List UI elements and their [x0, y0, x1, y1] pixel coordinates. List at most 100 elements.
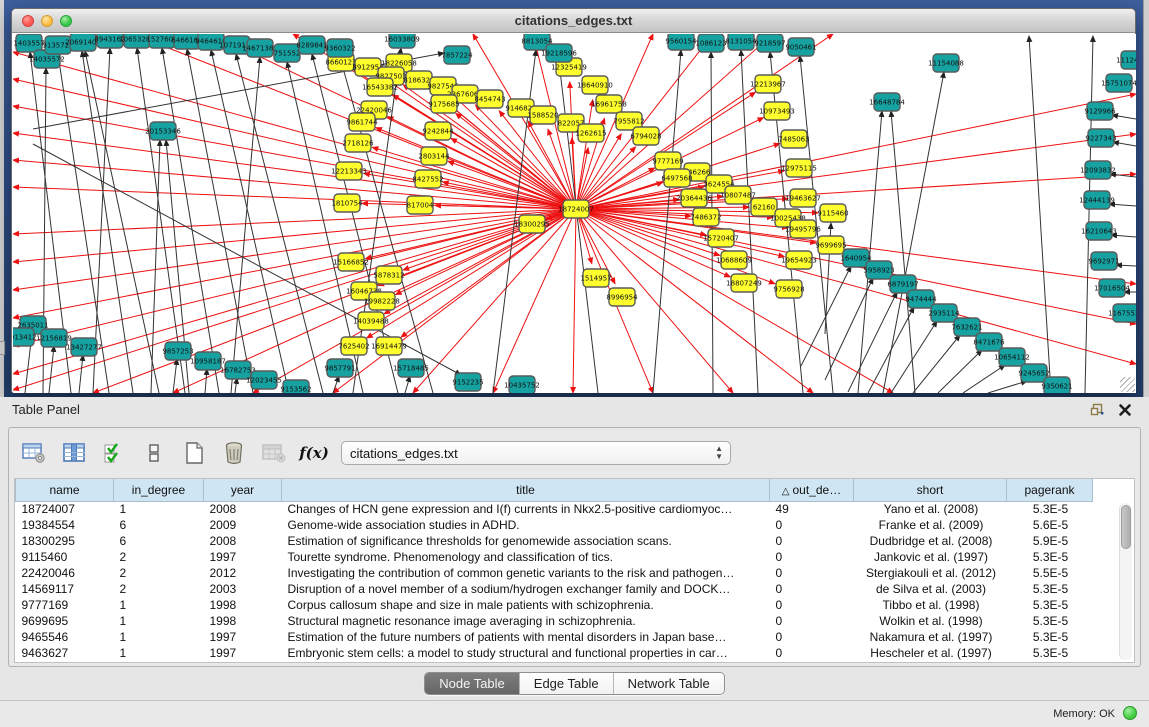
graph-node[interactable]: 9218597: [754, 34, 785, 52]
tab-network-table[interactable]: Network Table: [614, 673, 724, 694]
graph-node[interactable]: 8131054: [725, 34, 757, 50]
graph-node[interactable]: 9777169: [652, 152, 683, 170]
table-row[interactable]: 946554611997Estimation of the future num…: [16, 629, 1093, 645]
graph-node[interactable]: 7625402: [338, 337, 369, 355]
show-columns-icon[interactable]: [61, 440, 87, 466]
graph-node[interactable]: 16033809: [384, 34, 420, 48]
graph-node[interactable]: 14671385: [242, 39, 278, 57]
graph-node[interactable]: 13427277: [66, 338, 102, 356]
graph-node[interactable]: 9115460: [817, 204, 848, 222]
graph-node[interactable]: 1403557: [13, 34, 44, 52]
graph-node[interactable]: 10973493: [759, 102, 795, 120]
graph-node[interactable]: 7486372: [690, 208, 721, 226]
table-row[interactable]: 1830029562008Estimation of significance …: [16, 533, 1093, 549]
close-panel-icon[interactable]: [1117, 402, 1133, 418]
graph-node[interactable]: 15751074: [1101, 74, 1136, 92]
graph-node[interactable]: 9857791: [324, 359, 355, 377]
graph-node[interactable]: 2718126: [342, 134, 374, 152]
table-row[interactable]: 911546021997Tourette syndrome. Phenomeno…: [16, 549, 1093, 565]
graph-node[interactable]: 18640910: [577, 76, 613, 94]
graph-node[interactable]: 16648784: [869, 93, 905, 111]
column-header-year[interactable]: year: [204, 479, 282, 501]
graph-node[interactable]: 19463627: [785, 189, 821, 207]
graph-node[interactable]: 9692971: [1088, 252, 1119, 270]
graph-node[interactable]: 8427552: [412, 170, 443, 188]
graph-node[interactable]: 8454743: [474, 90, 505, 108]
graph-node[interactable]: 18300295: [514, 215, 550, 233]
table-row[interactable]: 946362711997Embryonic stem cells: a mode…: [16, 645, 1093, 661]
delete-icon[interactable]: [221, 440, 247, 466]
graph-node[interactable]: 15166852: [333, 253, 369, 271]
new-column-icon[interactable]: [181, 440, 207, 466]
graph-node[interactable]: 9153562: [280, 380, 311, 393]
graph-node[interactable]: 12213343: [331, 162, 367, 180]
graph-node[interactable]: 12093832: [1080, 161, 1116, 179]
graph-node[interactable]: 7857224: [441, 46, 473, 64]
graph-node[interactable]: 3913412: [13, 328, 37, 346]
row-height-icon[interactable]: [141, 440, 167, 466]
graph-node[interactable]: 16210643: [1081, 222, 1117, 240]
graph-node[interactable]: 18724007: [558, 200, 594, 218]
graph-node[interactable]: 1262615: [575, 124, 606, 142]
graph-node[interactable]: 12975115: [781, 159, 817, 177]
graph-node[interactable]: 20364436: [676, 189, 712, 207]
graph-node[interactable]: 10654112: [994, 348, 1030, 366]
graph-node[interactable]: 12444139: [1079, 191, 1115, 209]
graph-node[interactable]: 18807249: [726, 274, 762, 292]
graph-node[interactable]: 16961758: [591, 95, 627, 113]
graph-node[interactable]: 9050461: [785, 38, 816, 56]
table-row[interactable]: 2242004622012Investigating the contribut…: [16, 565, 1093, 581]
graph-node[interactable]: 8289841: [296, 36, 327, 54]
graph-node[interactable]: 6794028: [630, 127, 661, 145]
graph-node[interactable]: 9756928: [773, 280, 804, 298]
graph-node[interactable]: 15718485: [393, 359, 429, 377]
graph-node[interactable]: 8996954: [606, 288, 638, 306]
graph-node[interactable]: 9699695: [815, 236, 846, 254]
graph-node[interactable]: 9227343: [1085, 129, 1116, 147]
graph-node[interactable]: 7485063: [778, 130, 809, 148]
graph-node[interactable]: 19218596: [541, 44, 577, 62]
table-select-dropdown[interactable]: citations_edges.txt ▲▼: [341, 441, 731, 465]
graph-node[interactable]: 9360322: [324, 39, 355, 57]
table-row[interactable]: 1872400712008Changes of HCN gene express…: [16, 501, 1093, 517]
graph-node[interactable]: 9861744: [346, 113, 378, 131]
graph-node[interactable]: 9175685: [428, 95, 459, 113]
column-header-pagerank[interactable]: pagerank: [1007, 479, 1093, 501]
graph-node[interactable]: 11124803: [1116, 51, 1136, 69]
column-header-out_de[interactable]: △out_de…: [770, 479, 854, 501]
graph-node[interactable]: 1514957: [580, 269, 611, 287]
graph-node[interactable]: 9857253: [162, 342, 193, 360]
graph-node[interactable]: 19982228: [364, 292, 400, 310]
column-header-in_degree[interactable]: in_degree: [114, 479, 204, 501]
graph-node[interactable]: 14039488: [353, 312, 389, 330]
table-settings-icon[interactable]: [21, 440, 47, 466]
graph-node[interactable]: 10688609: [716, 251, 752, 269]
table-row[interactable]: 969969511998Structural magnetic resonanc…: [16, 613, 1093, 629]
table-row[interactable]: 1938455462009Genome-wide association stu…: [16, 517, 1093, 533]
graph-node[interactable]: 1086123: [695, 34, 726, 52]
table-scrollbar-thumb[interactable]: [1121, 505, 1131, 549]
graph-node[interactable]: 12023455: [246, 371, 282, 389]
tab-node-table[interactable]: Node Table: [425, 673, 520, 694]
table-scrollbar[interactable]: [1119, 503, 1132, 660]
graph-node[interactable]: 15720407: [703, 229, 739, 247]
float-panel-icon[interactable]: [1089, 402, 1105, 418]
graph-node[interactable]: 817004: [407, 196, 434, 214]
graph-node[interactable]: 2803144: [418, 147, 450, 165]
graph-node[interactable]: 17016504: [1094, 279, 1130, 297]
graph-node[interactable]: 1810754: [331, 194, 363, 212]
graph-node[interactable]: 9560154: [665, 34, 697, 50]
graph-node[interactable]: 6497568: [661, 169, 692, 187]
column-header-short[interactable]: short: [854, 479, 1007, 501]
graph-node[interactable]: 19495796: [785, 220, 821, 238]
graph-node[interactable]: 62160: [751, 198, 777, 216]
graph-node[interactable]: 10435752: [504, 376, 540, 393]
graph-node[interactable]: 5958923: [863, 261, 894, 279]
table-row[interactable]: 977716911998Corpus callosum shape and si…: [16, 597, 1093, 613]
graph-node[interactable]: 11154088: [928, 54, 964, 72]
graph-node[interactable]: 16914479: [371, 337, 407, 355]
graph-node[interactable]: 12213967: [750, 75, 786, 93]
graph-node[interactable]: 20153346: [145, 122, 181, 140]
function-builder-icon[interactable]: f(x): [301, 440, 327, 466]
network-canvas[interactable]: 8660123891295418226058982750316543382818…: [13, 34, 1136, 393]
